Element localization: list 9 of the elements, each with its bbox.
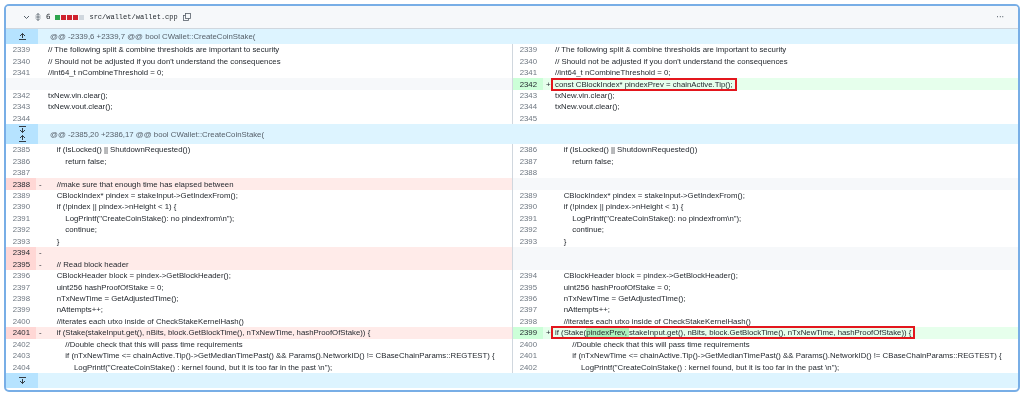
expand-down-icon[interactable] <box>17 126 27 134</box>
chevron-down-icon[interactable] <box>23 14 30 20</box>
unfold-icon[interactable] <box>35 13 41 21</box>
more-options-button[interactable]: ··· <box>996 12 1004 22</box>
copy-icon[interactable] <box>182 13 191 21</box>
diffstat-bar <box>55 14 85 20</box>
expand-up-icon[interactable] <box>17 135 27 143</box>
expand-up-icon[interactable] <box>17 33 27 40</box>
expand-down-icon[interactable] <box>17 376 27 384</box>
